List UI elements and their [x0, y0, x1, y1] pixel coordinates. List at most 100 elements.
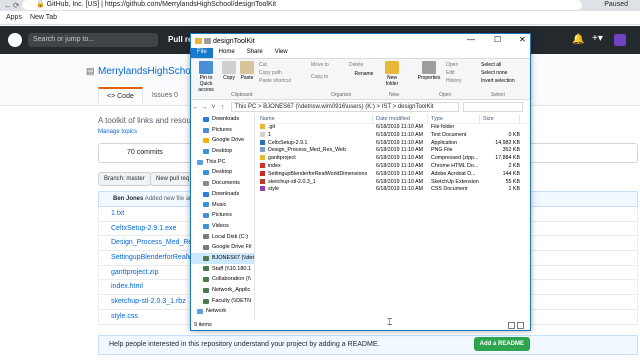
commit-author[interactable]: Ben Jones	[113, 196, 143, 202]
nav-pane-item[interactable]: Staff (\\10.180.1	[191, 264, 254, 275]
history-command[interactable]: History	[446, 78, 462, 84]
nav-item-label: Downloads	[212, 190, 240, 197]
branch-selector[interactable]: Branch: master	[98, 172, 151, 186]
edit-command[interactable]: Edit	[446, 70, 455, 76]
copy-to-command[interactable]: Copy to	[311, 74, 328, 80]
tab-issues[interactable]: Issues 0	[143, 87, 187, 104]
address-path[interactable]: This PC > BJONES67 (\\detnsw.win\0916\us…	[231, 102, 459, 112]
ribbon-tab-home[interactable]: Home	[213, 48, 241, 58]
add-readme-button[interactable]: Add a README	[473, 337, 530, 351]
nav-pane-item[interactable]: Collaboration (\\	[191, 274, 254, 285]
nav-pane-item[interactable]: Network_Applic	[191, 285, 254, 296]
bookmark-apps[interactable]: Apps	[6, 14, 22, 21]
nav-item-label: This PC	[206, 158, 226, 165]
reload-icon[interactable]: ⟳	[13, 1, 20, 10]
explorer-file-row[interactable]: CeltxSetup-2.9.1 6/18/2019 11:10 AM Applic…	[257, 140, 530, 148]
tab-code[interactable]: <> Code	[98, 87, 143, 104]
manage-topics-link[interactable]: Manage topics	[98, 129, 137, 135]
nav-pane-item[interactable]: Desktop	[191, 167, 254, 178]
commit-message[interactable]: Added new file and	[145, 196, 196, 202]
explorer-file-row[interactable]: .git 6/18/2019 11:10 AM File folder	[257, 124, 530, 132]
rename-button[interactable]: Rename	[351, 71, 377, 77]
properties-button[interactable]: Properties	[417, 61, 441, 81]
file-name: .git	[257, 124, 373, 132]
notifications-bell-icon[interactable]: 🔔	[572, 34, 584, 45]
delete-command[interactable]: Delete	[349, 62, 363, 68]
nav-pane-item[interactable]: This PC	[191, 157, 254, 168]
nav-pane-item[interactable]: Network	[191, 306, 254, 317]
up-arrow-icon[interactable]: ↑	[218, 104, 227, 111]
copy-path-command[interactable]: Copy path	[259, 70, 282, 76]
nav-item-label: Pictures	[212, 212, 232, 219]
explorer-file-row[interactable]: SettingupBlenderforRealWorldDimensions 6/…	[257, 171, 530, 179]
explorer-file-row[interactable]: ganttproject 6/18/2019 11:10 AM Compressed…	[257, 155, 530, 163]
explorer-file-row[interactable]: sketchup-stl-2.0.3_1 6/18/2019 11:10 AM Sk…	[257, 179, 530, 187]
github-search-input[interactable]: Search or jump to...	[28, 33, 158, 47]
nav-item-label: Videos	[212, 222, 229, 229]
bookmark-new-tab[interactable]: New Tab	[30, 14, 57, 21]
nav-pane-item[interactable]: Desktop	[191, 146, 254, 157]
address-bar[interactable]: 🔒 GitHub, Inc. [US] | https://github.com…	[22, 0, 582, 10]
copy-button[interactable]: Copy	[221, 61, 237, 81]
file-type: PNG File	[431, 147, 453, 154]
commits-link[interactable]: 70 commits	[127, 149, 163, 156]
pull-requests-link[interactable]: Pull re	[168, 33, 192, 47]
forward-arrow-icon[interactable]: →	[200, 104, 209, 111]
minimize-button[interactable]: —	[467, 35, 475, 44]
explorer-file-row[interactable]: Design_Process_Med_Res_Web 6/18/2019 11:1…	[257, 147, 530, 155]
column-name[interactable]: Name	[257, 114, 373, 123]
large-icons-view-icon[interactable]	[517, 322, 524, 329]
nav-pane-item[interactable]: Music	[191, 200, 254, 211]
nav-pane-item[interactable]: Downloads	[191, 189, 254, 200]
explorer-search-input[interactable]	[463, 102, 523, 112]
recent-chevron-icon[interactable]: ˅	[209, 104, 218, 111]
back-icon[interactable]: ←	[4, 1, 12, 10]
github-logo-icon[interactable]	[8, 33, 22, 47]
ribbon-tab-view[interactable]: View	[269, 48, 294, 58]
cut-command[interactable]: Cut	[259, 62, 267, 68]
navigation-pane: Downloads Pictures Google Drive Desktop This…	[191, 114, 255, 320]
paste-button[interactable]: Paste	[239, 61, 255, 81]
close-button[interactable]: ✕	[519, 35, 526, 44]
invert-selection-command[interactable]: Invert selection	[481, 78, 515, 84]
ribbon-tab-share[interactable]: Share	[241, 48, 269, 58]
file-name: SettingupBlenderforRealWorldDimensions	[257, 171, 373, 179]
quick-access-toolbar-icon[interactable]	[204, 38, 211, 44]
details-view-icon[interactable]	[508, 322, 515, 329]
nav-pane-item[interactable]: Videos	[191, 221, 254, 232]
column-type[interactable]: Type	[428, 114, 480, 123]
new-folder-button[interactable]: New folder	[381, 61, 403, 87]
create-new-plus-icon[interactable]: +▾	[592, 33, 603, 44]
move-to-command[interactable]: Move to	[311, 62, 329, 68]
explorer-file-row[interactable]: style 6/18/2019 11:10 AM CSS Document 1 KB	[257, 186, 530, 194]
file-name: ganttproject	[257, 155, 373, 163]
open-command[interactable]: Open	[446, 62, 458, 68]
nav-pane-item[interactable]: Documents	[191, 178, 254, 189]
ribbon-tab-file[interactable]: File	[191, 48, 213, 58]
nav-pane-item[interactable]: Local Disk (C:)	[191, 232, 254, 243]
pin-quick-access-button[interactable]: Pin to Quick access	[193, 61, 219, 93]
select-all-command[interactable]: Select all	[481, 62, 501, 68]
nav-pane-item[interactable]: BJONES67 (\\det	[191, 252, 254, 264]
file-name-text: sketchup-stl-2.0.3_1	[268, 178, 316, 185]
select-none-command[interactable]: Select none	[481, 70, 507, 76]
nav-item-label: BJONES67 (\\det	[211, 254, 254, 261]
nav-pane-item[interactable]: Downloads	[191, 114, 254, 125]
nav-pane-item[interactable]: Google Drive	[191, 135, 254, 146]
back-arrow-icon[interactable]: ←	[191, 104, 200, 111]
repo-owner-link[interactable]: MerrylandsHighSchool	[98, 66, 199, 77]
nav-pane-item[interactable]: Google Drive Fil	[191, 242, 254, 253]
explorer-file-row[interactable]: 1 6/18/2019 11:10 AM Text Document 0 KB	[257, 132, 530, 140]
nav-pane-item[interactable]: Faculty (\\DETN	[191, 296, 254, 307]
column-size[interactable]: Size	[480, 114, 520, 123]
user-avatar[interactable]	[614, 34, 626, 46]
explorer-file-row[interactable]: index 6/18/2019 11:10 AM Chrome HTML Do...…	[257, 163, 530, 171]
column-date-modified[interactable]: Date modified	[373, 114, 428, 123]
file-name: Design_Process_Med_Res_Web	[257, 147, 373, 155]
nav-pane-item[interactable]: Pictures	[191, 125, 254, 136]
maximize-button[interactable]: ☐	[494, 35, 501, 44]
paste-shortcut-command[interactable]: Paste shortcut	[259, 78, 291, 84]
nav-pane-item[interactable]: Pictures	[191, 210, 254, 221]
profile-button[interactable]: Paused	[604, 0, 628, 10]
new-pull-request-button[interactable]: New pull req	[150, 172, 196, 186]
